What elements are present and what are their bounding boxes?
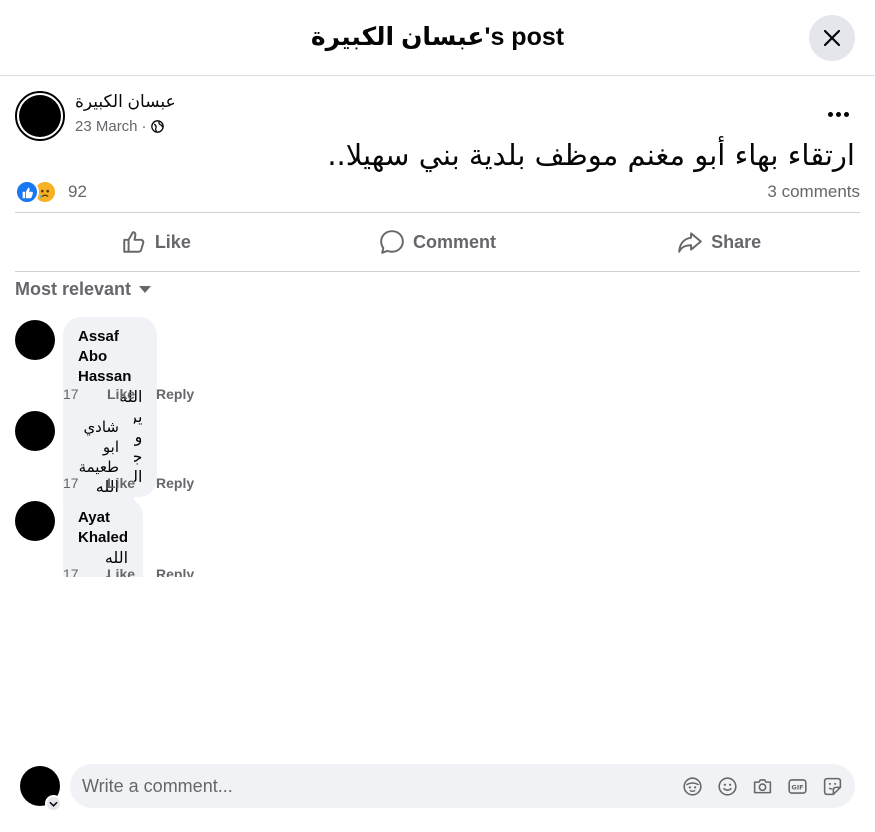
reaction-count: 92 xyxy=(68,182,87,201)
comment-time[interactable]: 17 xyxy=(63,566,107,577)
comments-count[interactable]: 3 comments xyxy=(767,182,860,202)
sticker-button[interactable] xyxy=(822,776,843,797)
comment-author[interactable]: Ayat Khaled xyxy=(78,508,128,548)
reactions-summary[interactable]: 92 xyxy=(15,180,87,204)
account-switch-button[interactable] xyxy=(45,795,62,812)
camera-icon xyxy=(753,778,772,793)
share-button[interactable]: Share xyxy=(578,213,860,271)
comment-actions: 17 Like Reply xyxy=(63,475,194,491)
comment-avatar[interactable] xyxy=(15,320,55,360)
caret-down-icon xyxy=(139,285,152,293)
comment-sort-dropdown[interactable]: Most relevant xyxy=(15,279,152,300)
comment-actions: 17 Like Reply xyxy=(63,386,194,402)
avatar-sticker-button[interactable] xyxy=(682,776,703,797)
meta-separator: · xyxy=(141,118,147,135)
comment-composer[interactable]: Write a comment... GIF xyxy=(70,764,855,808)
comment-like-button[interactable]: Like xyxy=(107,386,156,402)
comment-label: Comment xyxy=(413,231,497,252)
comment-like-button[interactable]: Like xyxy=(107,566,156,577)
comment-input[interactable]: Write a comment... xyxy=(82,776,682,797)
close-button[interactable] xyxy=(809,15,855,61)
comment-avatar[interactable] xyxy=(15,501,55,541)
chevron-down-icon xyxy=(49,801,58,807)
more-options-button[interactable] xyxy=(822,104,854,124)
post-meta: 23 March · xyxy=(75,118,164,135)
more-icon xyxy=(827,111,833,117)
composer-icons: GIF xyxy=(682,776,855,797)
comment-reply-button[interactable]: Reply xyxy=(156,386,194,402)
post-date[interactable]: 23 March xyxy=(75,118,138,135)
globe-icon xyxy=(150,120,164,133)
comment-icon xyxy=(380,230,404,254)
comment-avatar[interactable] xyxy=(15,411,55,451)
comment-like-button[interactable]: Like xyxy=(107,475,156,491)
emoji-button[interactable] xyxy=(717,776,738,797)
gif-icon: GIF xyxy=(788,778,807,794)
like-icon xyxy=(123,231,145,253)
comments-list[interactable]: Assaf Abo Hassan الله يرحمه ويرحم جميع ا… xyxy=(0,310,875,577)
comment-time[interactable]: 17 xyxy=(63,386,107,402)
author-name[interactable]: عبسان الكبيرة xyxy=(75,92,176,112)
comment-time[interactable]: 17 xyxy=(63,475,107,491)
comment-button[interactable]: Comment xyxy=(297,213,579,271)
sort-label: Most relevant xyxy=(15,279,132,299)
like-reaction-icon xyxy=(15,180,39,204)
dialog-title: عبسان الكبيرة's post xyxy=(310,23,565,51)
comment-author[interactable]: Assaf Abo Hassan xyxy=(78,327,142,387)
like-button[interactable]: Like xyxy=(15,213,297,271)
comment-reply-button[interactable]: Reply xyxy=(156,566,194,577)
comment-reply-button[interactable]: Reply xyxy=(156,475,194,491)
post-action-bar: Like Comment Share xyxy=(15,212,860,272)
photo-button[interactable] xyxy=(752,776,773,797)
dialog-header: عبسان الكبيرة's post xyxy=(0,0,875,76)
svg-text:GIF: GIF xyxy=(791,783,803,791)
sticker-icon xyxy=(823,777,842,795)
emoji-icon xyxy=(718,776,737,796)
author-avatar[interactable] xyxy=(15,91,65,141)
comment-author[interactable]: شادي ابو طعيمة xyxy=(78,417,119,477)
gif-button[interactable]: GIF xyxy=(787,776,808,797)
like-label: Like xyxy=(154,231,191,252)
post-text: ارتقاء بهاء أبو مغنم موظف بلدية بني سهيل… xyxy=(327,138,855,172)
share-icon xyxy=(678,232,702,253)
avatar-sticker-icon xyxy=(683,776,702,796)
comment-actions: 17 Like Reply xyxy=(63,566,194,577)
close-icon xyxy=(823,29,841,47)
share-label: Share xyxy=(711,231,762,252)
